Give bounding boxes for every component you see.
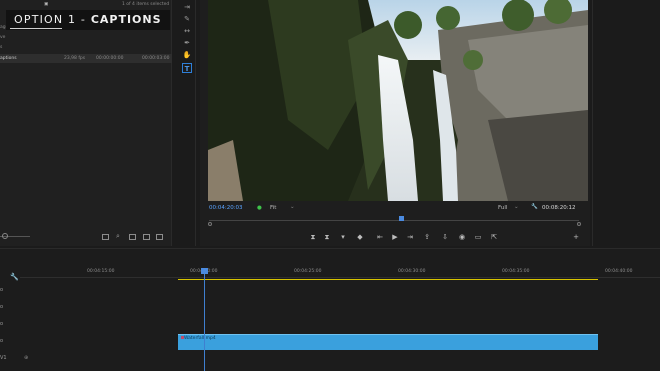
track-3-icon[interactable]: o	[0, 321, 3, 327]
ruler-tick-4: 00:04:30:00	[398, 269, 426, 274]
play-icon[interactable]: ▶	[390, 233, 400, 241]
lock-icon[interactable]: ⊕	[24, 355, 28, 361]
new-bin-icon[interactable]	[102, 234, 109, 240]
new-item-icon-2[interactable]	[143, 234, 150, 240]
ruler-baseline	[20, 277, 660, 278]
tools-panel: ⇥ ✎ ↔ ✒ ✋ T	[178, 0, 196, 246]
waterfall-scene	[208, 0, 588, 201]
fx-badge-icon	[181, 336, 184, 339]
mark-in-icon[interactable]: ⧗	[308, 233, 318, 242]
program-duration: 00:08:20:12	[542, 205, 576, 211]
track-1-icon[interactable]: o	[0, 287, 3, 293]
item-media-start: 00:00:00:00	[96, 56, 124, 61]
item-media-end: 00:00:03:00	[142, 56, 170, 61]
program-video-frame[interactable]	[208, 0, 588, 201]
timeline-playhead-handle[interactable]	[201, 268, 208, 274]
track-select-icon[interactable]: ⇥	[182, 2, 192, 12]
timeline-panel: 🔧 00:04:15:00 00:04:20:00 00:04:25:00 00…	[0, 248, 660, 371]
out-point-handle[interactable]	[577, 222, 581, 226]
new-item-icon[interactable]	[129, 234, 136, 240]
wrench-icon[interactable]: 🔧	[531, 204, 538, 210]
option-label-prefix: OPTION 1 -	[14, 13, 91, 26]
find-icon[interactable]: ⌕	[116, 232, 120, 241]
timeline-clip[interactable]	[178, 334, 598, 350]
selection-info: 1 of 4 items selected	[122, 2, 170, 7]
in-point-handle[interactable]	[208, 222, 212, 226]
timeline-settings-icon[interactable]: 🔧	[10, 273, 19, 281]
go-to-in-icon[interactable]: ◆	[355, 233, 365, 241]
marker-icon[interactable]: ●	[257, 205, 262, 211]
comparison-view-icon[interactable]: ▭	[473, 233, 483, 241]
ruler-tick-6: 00:04:40:00	[605, 269, 633, 274]
track-v1-label[interactable]: V1	[0, 355, 7, 361]
type-icon[interactable]: T	[182, 63, 192, 73]
ruler-tick-5: 00:04:35:00	[502, 269, 530, 274]
step-forward-icon[interactable]: ⇥	[405, 233, 415, 241]
sidebar-label-3: s	[0, 45, 3, 50]
ruler-tick-3: 00:04:25:00	[294, 269, 322, 274]
track-2-icon[interactable]: o	[0, 304, 3, 310]
project-item-row[interactable]: aptions 23,98 fps 00:00:00:00 00:00:03:0…	[0, 54, 172, 63]
item-fps: 23,98 fps	[64, 56, 86, 61]
extract-icon[interactable]: ⇩	[440, 233, 450, 241]
work-area-bar[interactable]	[178, 279, 598, 280]
right-panel	[592, 0, 660, 246]
lift-icon[interactable]: ⇪	[422, 233, 432, 241]
option-label-underline	[10, 28, 62, 29]
resolution-chevron-icon[interactable]: ⌄	[514, 204, 519, 210]
project-menu-icon[interactable]: ▣	[44, 2, 48, 7]
project-panel: ▣ 1 of 4 items selected edia End age ve …	[0, 0, 172, 246]
mark-out-icon[interactable]: ⧗	[322, 233, 332, 242]
step-back-icon[interactable]: ⇤	[375, 233, 385, 241]
premiere-workspace: ▣ 1 of 4 items selected edia End age ve …	[0, 0, 660, 371]
option-label-bold: CAPTIONS	[90, 13, 162, 26]
ruler-tick-1: 00:04:15:00	[87, 269, 115, 274]
pen-icon[interactable]: ✒	[182, 38, 192, 48]
razor-icon[interactable]: ✎	[182, 14, 192, 24]
chevron-down-icon[interactable]: ⌄	[290, 204, 295, 210]
export-frame-icon[interactable]: ◉	[457, 233, 467, 241]
option-label-overlay: OPTION 1 - CAPTIONS	[6, 10, 170, 30]
add-button-icon[interactable]: +	[571, 233, 581, 241]
slip-icon[interactable]: ↔	[182, 26, 192, 36]
timeline-playhead-line[interactable]	[204, 268, 205, 371]
fit-dropdown[interactable]: Fit	[270, 205, 276, 211]
item-name: aptions	[0, 56, 17, 61]
program-mini-timeline[interactable]	[209, 220, 579, 221]
program-monitor: 00:04:20:03 ● Fit ⌄ Full ⌄ 🔧 00:08:20:12…	[200, 0, 590, 246]
share-icon[interactable]: ⇱	[489, 233, 499, 241]
sidebar-label-2: ve	[0, 35, 6, 40]
clip-label: Waterfall.mp4	[184, 336, 216, 341]
clear-icon[interactable]	[156, 234, 163, 240]
add-marker-icon[interactable]: ▾	[338, 233, 348, 241]
program-playhead[interactable]	[399, 216, 404, 221]
resolution-dropdown[interactable]: Full	[498, 205, 507, 211]
track-4-icon[interactable]: o	[0, 338, 3, 344]
hand-icon[interactable]: ✋	[182, 50, 192, 60]
zoom-slider-handle[interactable]	[2, 233, 8, 239]
program-timecode[interactable]: 00:04:20:03	[209, 205, 243, 211]
